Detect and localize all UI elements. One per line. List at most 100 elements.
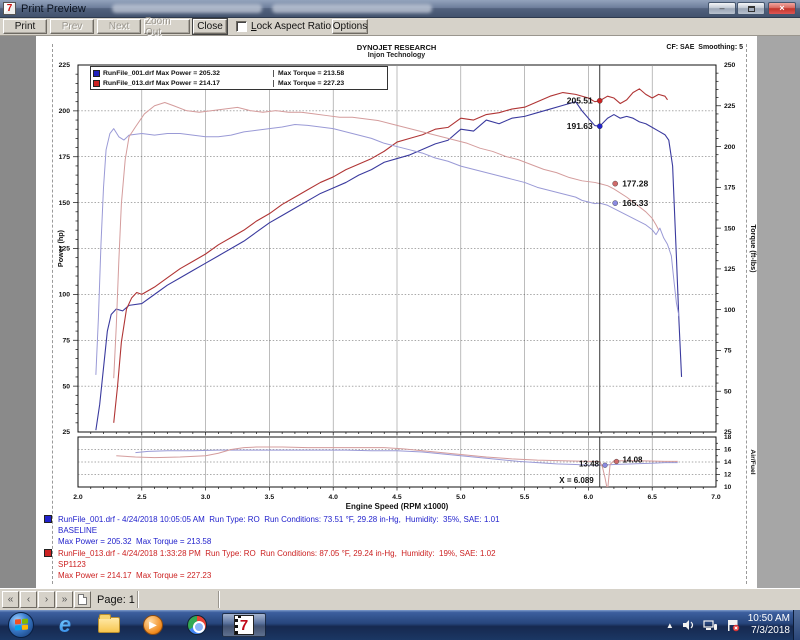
lock-aspect-ratio-control: Lock Aspect Ratio bbox=[236, 21, 331, 32]
minimize-button[interactable]: – bbox=[708, 2, 736, 15]
chrome-icon[interactable] bbox=[180, 613, 214, 637]
svg-text:150: 150 bbox=[724, 225, 736, 232]
action-center-flag-icon[interactable] bbox=[726, 619, 740, 632]
tray-expand-icon[interactable]: ▲ bbox=[666, 621, 674, 630]
report-company: DYNOJET RESEARCH bbox=[36, 43, 757, 52]
legend-row: RunFile_001.drf Max Power = 205.32 Max T… bbox=[93, 68, 385, 78]
legend-torque: Max Torque = 227.23 bbox=[273, 80, 344, 87]
legend-swatch-blue bbox=[93, 70, 100, 77]
show-desktop-button[interactable] bbox=[793, 610, 800, 640]
svg-text:Power (hp): Power (hp) bbox=[56, 229, 65, 267]
taskbar: e ▶ 7 ▲ 10:50 AM 7/3/2018 bbox=[0, 610, 800, 640]
first-page-button[interactable]: « bbox=[2, 591, 19, 608]
svg-text:100: 100 bbox=[724, 307, 736, 314]
run-info-sp1123: RunFile_013.drf - 4/24/2018 1:33:28 PM R… bbox=[44, 548, 744, 581]
svg-text:225: 225 bbox=[724, 103, 736, 110]
print-button[interactable]: Print bbox=[3, 19, 47, 34]
network-icon[interactable] bbox=[703, 619, 718, 631]
prev-button: Prev bbox=[50, 19, 94, 34]
svg-text:225: 225 bbox=[59, 62, 71, 69]
lock-aspect-ratio-checkbox[interactable] bbox=[236, 21, 247, 32]
legend-row: RunFile_013.drf Max Power = 214.17 Max T… bbox=[93, 78, 385, 88]
run-label: SP1123 bbox=[58, 559, 744, 570]
legend-swatch-red bbox=[93, 80, 100, 87]
start-button[interactable] bbox=[8, 612, 34, 638]
restore-icon bbox=[748, 6, 755, 12]
run-info-baseline: RunFile_001.drf - 4/24/2018 10:05:05 AM … bbox=[44, 514, 744, 547]
svg-text:10: 10 bbox=[724, 484, 732, 491]
preview-gutter bbox=[757, 36, 800, 588]
windows-logo-icon bbox=[15, 619, 28, 632]
svg-text:7.0: 7.0 bbox=[711, 494, 721, 501]
svg-text:18: 18 bbox=[724, 434, 732, 441]
svg-text:175: 175 bbox=[724, 185, 736, 192]
svg-text:14: 14 bbox=[724, 459, 732, 466]
options-button[interactable]: Options bbox=[332, 19, 368, 34]
svg-text:200: 200 bbox=[59, 108, 71, 115]
svg-text:5.0: 5.0 bbox=[456, 494, 466, 501]
title-bar: 7 Print Preview – × bbox=[0, 0, 800, 18]
correction-smoothing-label: CF: SAE Smoothing: 5 bbox=[666, 44, 743, 51]
next-page-button[interactable]: › bbox=[38, 591, 55, 608]
callout-dot bbox=[613, 181, 618, 186]
callout-label: 14.08 bbox=[622, 456, 643, 465]
svg-text:Air/Fuel: Air/Fuel bbox=[749, 449, 756, 474]
statusbar-divider bbox=[137, 591, 139, 608]
volume-icon[interactable] bbox=[682, 619, 695, 631]
clock-time: 10:50 AM bbox=[748, 613, 790, 625]
internet-explorer-icon[interactable]: e bbox=[48, 613, 82, 637]
airfuel-chart: 18161412102.02.53.03.54.04.55.05.56.06.5… bbox=[56, 434, 758, 525]
close-preview-button[interactable]: Close bbox=[193, 19, 227, 34]
legend-file-power: RunFile_001.drf Max Power = 205.32 bbox=[103, 70, 273, 77]
callout-label: 165.33 bbox=[622, 198, 648, 208]
svg-text:6.0: 6.0 bbox=[584, 494, 594, 501]
screen: { "window": { "title": "Print Preview" }… bbox=[0, 0, 800, 640]
app-icon: 7 bbox=[3, 2, 16, 15]
redacted-title-text bbox=[272, 4, 432, 13]
page-setup-button[interactable] bbox=[74, 591, 91, 608]
preview-area: DYNOJET RESEARCH Injon Technology CF: SA… bbox=[0, 36, 800, 588]
run-swatch-blue bbox=[44, 515, 52, 523]
svg-text:6.5: 6.5 bbox=[647, 494, 657, 501]
svg-text:2.0: 2.0 bbox=[73, 494, 83, 501]
svg-text:50: 50 bbox=[724, 388, 732, 395]
svg-text:4.0: 4.0 bbox=[328, 494, 338, 501]
system-tray: ▲ 10:50 AM 7/3/2018 bbox=[666, 610, 790, 640]
callout-dot bbox=[613, 201, 618, 206]
svg-text:200: 200 bbox=[724, 144, 736, 151]
run-maxima: Max Power = 214.17 Max Torque = 227.23 bbox=[58, 570, 744, 581]
callout-label: 177.28 bbox=[622, 178, 648, 188]
main-chart: 2252001751501251007550252502252001751501… bbox=[56, 58, 758, 453]
x-axis-label: Engine Speed (RPM x1000) bbox=[346, 502, 449, 511]
svg-text:50: 50 bbox=[62, 383, 70, 390]
statusbar-divider bbox=[218, 591, 220, 608]
svg-text:125: 125 bbox=[724, 266, 736, 273]
cursor-x-label: X = 6.089 bbox=[559, 476, 594, 485]
callout-label: 13.48 bbox=[579, 459, 600, 468]
callout-label: 191.63 bbox=[567, 121, 593, 131]
callout-dot bbox=[603, 463, 608, 468]
close-window-button[interactable]: × bbox=[768, 2, 796, 15]
lock-aspect-ratio-label: Lock Aspect Ratio bbox=[251, 21, 331, 32]
status-bar: « ‹ › » Page: 1 bbox=[0, 588, 800, 610]
run-maxima: Max Power = 205.32 Max Torque = 213.58 bbox=[58, 536, 744, 547]
legend-file-power: RunFile_013.drf Max Power = 214.17 bbox=[103, 80, 273, 87]
svg-text:12: 12 bbox=[724, 472, 732, 479]
clock[interactable]: 10:50 AM 7/3/2018 bbox=[748, 613, 790, 637]
report-page: DYNOJET RESEARCH Injon Technology CF: SA… bbox=[36, 36, 757, 588]
clock-date: 7/3/2018 bbox=[748, 625, 790, 637]
dynojet-winpep-taskbar-button[interactable]: 7 bbox=[222, 613, 266, 637]
windows-explorer-icon[interactable] bbox=[92, 613, 126, 637]
page-indicator: Page: 1 bbox=[97, 594, 135, 606]
legend-torque: Max Torque = 213.58 bbox=[273, 70, 344, 77]
media-player-icon[interactable]: ▶ bbox=[136, 613, 170, 637]
svg-text:175: 175 bbox=[59, 154, 71, 161]
left-margin-guide bbox=[52, 44, 53, 584]
svg-text:16: 16 bbox=[724, 447, 732, 454]
prev-page-button[interactable]: ‹ bbox=[20, 591, 37, 608]
svg-text:4.5: 4.5 bbox=[392, 494, 402, 501]
chart-legend: RunFile_001.drf Max Power = 205.32 Max T… bbox=[90, 66, 388, 90]
last-page-button[interactable]: » bbox=[56, 591, 73, 608]
redacted-title-text bbox=[112, 4, 262, 13]
restore-button[interactable] bbox=[737, 2, 765, 15]
